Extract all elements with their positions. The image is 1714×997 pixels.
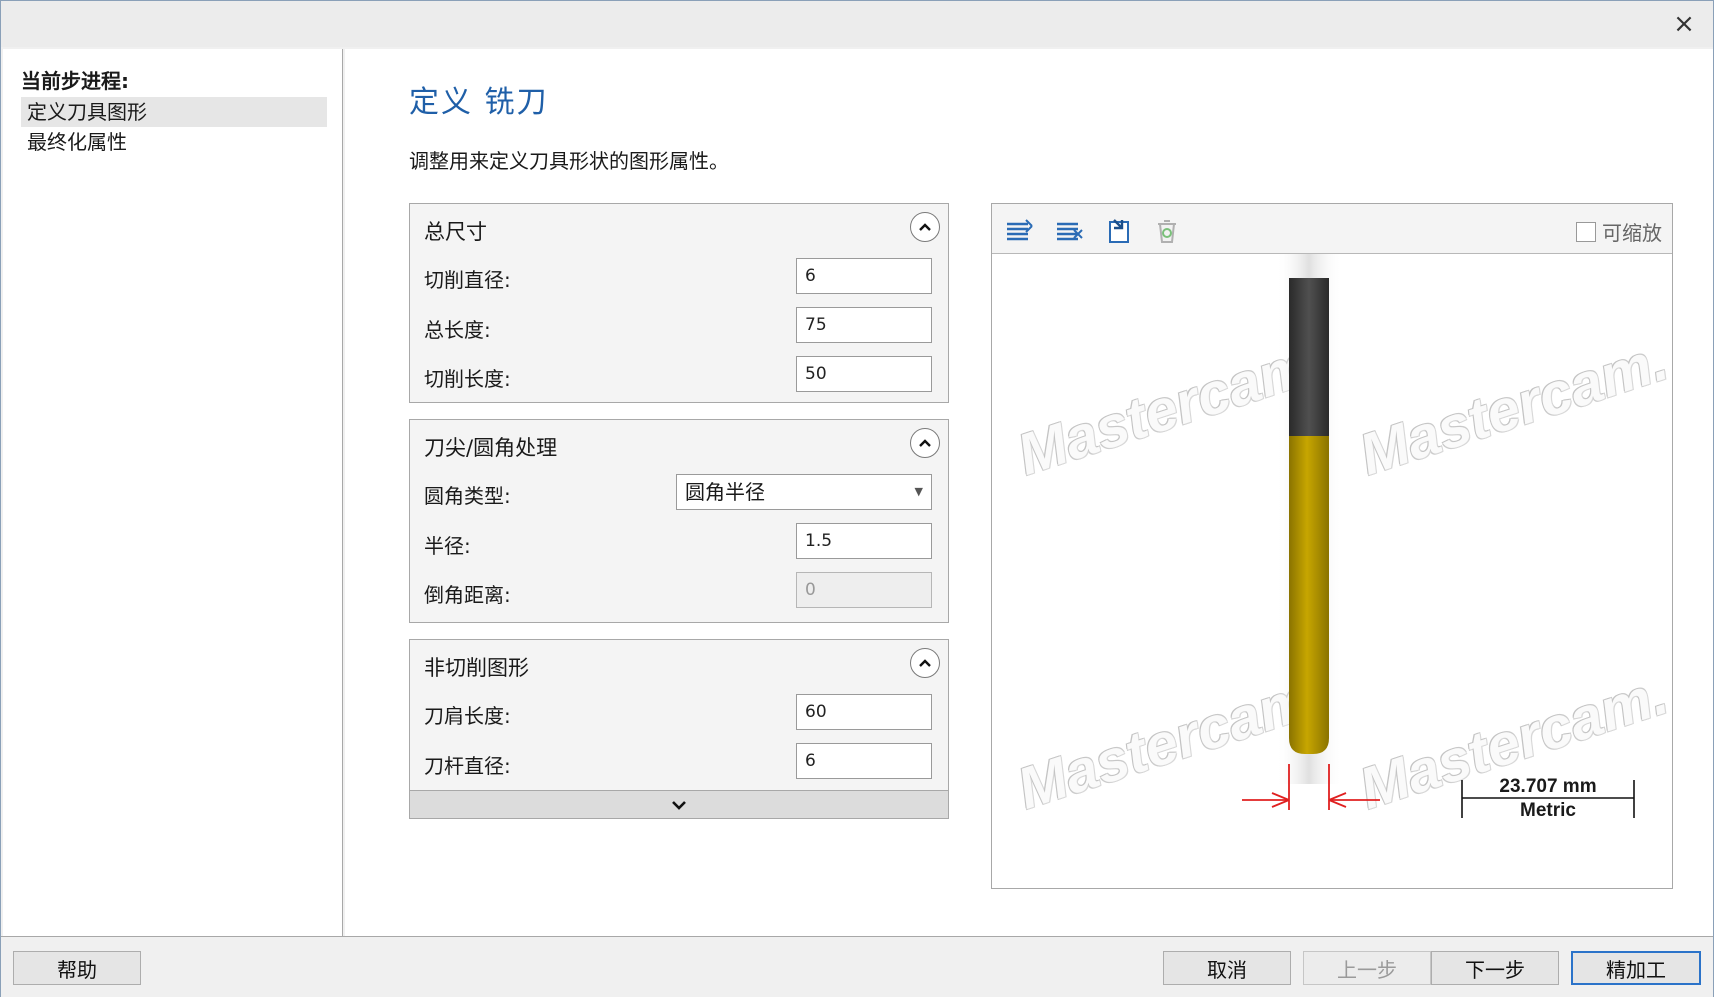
scale-value: 23.707 mm <box>1499 776 1597 797</box>
non-cutting-geometry-panel: 非切削图形 刀肩长度: 刀杆直径: <box>409 639 949 791</box>
collapse-icon[interactable] <box>910 428 940 458</box>
tool-preview-panel: 可缩放 Mastercam. Mastercam. Mastercam. Mas… <box>991 203 1673 889</box>
collapse-icon[interactable] <box>910 212 940 242</box>
overall-dimensions-panel: 总尺寸 切削直径: 总长度: 切削长度: <box>409 203 949 403</box>
cut-length-label: 切削长度: <box>424 367 511 391</box>
step-progress-sidebar: 当前步进程: 定义刀具图形 最终化属性 <box>3 49 343 936</box>
chevron-down-icon <box>672 800 686 810</box>
cancel-button[interactable]: 取消 <box>1163 951 1291 985</box>
cut-length-input[interactable] <box>796 356 932 392</box>
radius-input[interactable] <box>796 523 932 559</box>
tool-flute <box>1289 436 1329 754</box>
chevron-down-icon: ▼ <box>914 485 923 498</box>
collapse-icon[interactable] <box>910 648 940 678</box>
tip-corner-panel: 刀尖/圆角处理 圆角类型: 圆角半径 ▼ 半径: 倒角距离: <box>409 419 949 623</box>
recycle-icon[interactable] <box>1152 216 1182 244</box>
chamfer-distance-input <box>796 572 932 608</box>
scalable-checkbox[interactable]: 可缩放 <box>1576 217 1662 246</box>
page-description: 调整用来定义刀具形状的图形属性。 <box>409 149 729 173</box>
checkbox-box[interactable] <box>1576 221 1596 242</box>
close-icon[interactable]: × <box>1667 7 1701 41</box>
scale-unit: Metric <box>1520 800 1576 821</box>
tool-shank <box>1289 278 1329 436</box>
help-button[interactable]: 帮助 <box>13 951 141 985</box>
corner-type-value: 圆角半径 <box>685 480 765 504</box>
back-button: 上一步 <box>1303 951 1431 985</box>
corner-type-label: 圆角类型: <box>424 484 511 508</box>
dialog-footer: 帮助 取消 上一步 下一步 精加工 <box>1 936 1713 997</box>
panel-title: 刀尖/圆角处理 <box>424 436 558 460</box>
chamfer-distance-label: 倒角距离: <box>424 583 511 607</box>
overall-length-input[interactable] <box>796 307 932 343</box>
scalable-label: 可缩放 <box>1602 221 1662 245</box>
preview-toolbar: 可缩放 <box>992 204 1672 254</box>
finish-button[interactable]: 精加工 <box>1571 951 1701 985</box>
page-title: 定义 铣刀 <box>409 85 549 120</box>
overall-length-label: 总长度: <box>424 318 491 342</box>
panel-title: 非切削图形 <box>424 656 529 680</box>
step-define-tool-geometry[interactable]: 定义刀具图形 <box>21 97 327 127</box>
panel-title: 总尺寸 <box>424 220 487 244</box>
expand-more-button[interactable] <box>409 791 949 819</box>
sidebar-heading: 当前步进程: <box>21 69 129 93</box>
cut-diameter-input[interactable] <box>796 258 932 294</box>
title-bar: × <box>1 1 1713 47</box>
layers-add-icon[interactable] <box>1004 216 1034 244</box>
layers-remove-icon[interactable] <box>1054 216 1084 244</box>
step-finalize-properties[interactable]: 最终化属性 <box>21 127 327 157</box>
next-button[interactable]: 下一步 <box>1431 951 1559 985</box>
tool-definition-dialog: × 当前步进程: 定义刀具图形 最终化属性 定义 铣刀 调整用来定义刀具形状的图… <box>0 0 1714 997</box>
shoulder-length-input[interactable] <box>796 694 932 730</box>
shoulder-length-label: 刀肩长度: <box>424 704 511 728</box>
shank-diameter-input[interactable] <box>796 743 932 779</box>
shank-diameter-label: 刀杆直径: <box>424 754 511 778</box>
import-icon[interactable] <box>1104 216 1134 244</box>
radius-label: 半径: <box>424 534 471 558</box>
corner-type-select[interactable]: 圆角半径 ▼ <box>676 474 932 510</box>
main-content: 定义 铣刀 调整用来定义刀具形状的图形属性。 总尺寸 切削直径: 总长度: 切削… <box>345 49 1713 936</box>
cut-diameter-label: 切削直径: <box>424 268 511 292</box>
tool-viewport: Mastercam. Mastercam. Mastercam. Masterc… <box>992 254 1672 888</box>
